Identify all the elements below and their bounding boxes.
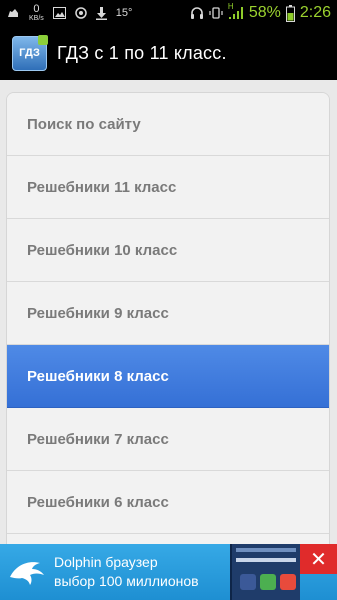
menu-item-label: Решебники 11 класс xyxy=(27,178,177,196)
close-icon[interactable]: ✕ xyxy=(300,544,337,574)
headphones-icon xyxy=(190,6,204,20)
battery-icon xyxy=(285,4,295,22)
menu-item-label: Решебники 8 класс xyxy=(27,367,169,385)
ad-screenshot xyxy=(230,544,300,600)
vibrate-icon xyxy=(209,6,223,20)
menu-item-grade-6[interactable]: Решебники 6 класс xyxy=(7,471,329,534)
download-icon xyxy=(95,6,107,20)
status-bar: 0 KB/s 15° H 58% 2:26 xyxy=(0,0,337,26)
menu-item-label: Поиск по сайту xyxy=(27,115,141,133)
menu-item-label: Решебники 10 класс xyxy=(27,241,178,259)
cloud-icon xyxy=(6,7,20,19)
menu-item-grade-9[interactable]: Решебники 9 класс xyxy=(7,282,329,345)
ad-screenshot-bar xyxy=(236,548,296,552)
app-title: ГДЗ с 1 по 11 класс. xyxy=(57,42,227,63)
menu-item-grade-8[interactable]: Решебники 8 класс xyxy=(7,345,329,408)
signal-icon: H xyxy=(228,2,244,20)
menu-list: Поиск по сайту Решебники 11 класс Решебн… xyxy=(6,92,330,552)
ad-screenshot-tile xyxy=(280,574,296,590)
menu-item-label: Решебники 9 класс xyxy=(27,304,169,322)
menu-item-grade-7[interactable]: Решебники 7 класс xyxy=(7,408,329,471)
battery-percent: 58% xyxy=(248,4,281,21)
ad-text: Dolphin браузер выбор 100 миллионов xyxy=(54,553,199,591)
action-bar: ГДЗ ГДЗ с 1 по 11 класс. xyxy=(0,26,337,80)
clock: 2:26 xyxy=(299,4,331,21)
dolphin-logo-icon xyxy=(4,549,50,595)
app-icon-label: ГДЗ xyxy=(19,47,40,59)
menu-item-label: Решебники 7 класс xyxy=(27,430,169,448)
image-icon xyxy=(52,7,66,19)
ad-banner[interactable]: Dolphin браузер выбор 100 миллионов ✕ xyxy=(0,544,337,600)
menu-item-label: Решебники 6 класс xyxy=(27,493,169,511)
ad-line-1: Dolphin браузер xyxy=(54,554,158,570)
menu-item-grade-10[interactable]: Решебники 10 класс xyxy=(7,219,329,282)
menu-item-search[interactable]: Поиск по сайту xyxy=(7,93,329,156)
ad-line-2: выбор 100 миллионов xyxy=(54,573,199,589)
app-icon[interactable]: ГДЗ xyxy=(12,34,48,71)
ad-screenshot-tile xyxy=(240,574,256,590)
temperature: 15° xyxy=(115,7,133,19)
record-icon xyxy=(75,7,87,19)
app-icon-badge xyxy=(38,34,48,45)
ad-screenshot-tile xyxy=(260,574,276,590)
network-speed: 0 KB/s xyxy=(29,2,44,22)
ad-screenshot-bar xyxy=(236,558,296,562)
menu-item-grade-11[interactable]: Решебники 11 класс xyxy=(7,156,329,219)
